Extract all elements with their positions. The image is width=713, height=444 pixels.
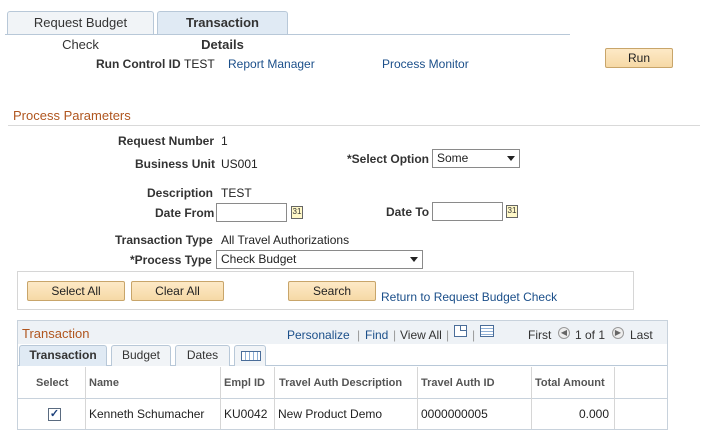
tab-request-budget-check[interactable]: Request Budget Check: [7, 11, 154, 52]
date-from-input[interactable]: [216, 203, 287, 222]
process-type-label: *Process Type: [130, 253, 212, 267]
subtab-label: Budget: [121, 348, 161, 362]
first-label: First: [528, 328, 552, 342]
grid-title: Transaction: [22, 326, 90, 341]
view-all-link[interactable]: View All: [400, 328, 442, 342]
subtab-budget[interactable]: Budget: [111, 345, 171, 366]
select-option-dropdown[interactable]: Some: [432, 149, 520, 168]
business-unit-label: Business Unit: [135, 157, 216, 171]
description-label: Description: [147, 186, 214, 200]
date-from-label: Date From: [155, 206, 215, 220]
date-to-label: Date To: [386, 205, 430, 219]
process-type-value: Check Budget: [221, 252, 297, 266]
run-control-label: Run Control ID: [96, 57, 181, 71]
subtab-label: Dates: [186, 348, 219, 362]
calendar-icon[interactable]: 31: [291, 206, 303, 219]
subtab-transaction[interactable]: Transaction: [19, 345, 107, 366]
request-number-label: Request Number: [118, 134, 215, 148]
personalize-link[interactable]: Personalize: [287, 328, 350, 342]
process-type-dropdown[interactable]: Check Budget: [216, 250, 423, 269]
toolbar-separator: |: [357, 328, 361, 342]
subtab-dates[interactable]: Dates: [175, 345, 230, 366]
transaction-type-value: All Travel Authorizations: [221, 233, 350, 247]
column-header-travel-auth-description: Travel Auth Description: [279, 377, 403, 389]
dropdown-arrow-icon: [410, 257, 418, 262]
search-button[interactable]: Search: [288, 281, 376, 301]
request-number-value: 1: [221, 134, 228, 148]
next-icon[interactable]: ▶: [612, 327, 624, 339]
select-option-label: *Select Option: [347, 152, 430, 166]
section-title-process-parameters: Process Parameters: [13, 108, 131, 123]
description-value: TEST: [221, 186, 252, 200]
process-monitor-link[interactable]: Process Monitor: [382, 57, 469, 71]
run-control-value: TEST: [184, 57, 215, 71]
cell-travel-auth-id: 0000000005: [421, 407, 488, 421]
section-divider: [8, 125, 700, 126]
cell-total-amount: 0.000: [579, 407, 610, 421]
return-to-request-budget-check-link[interactable]: Return to Request Budget Check: [381, 290, 557, 304]
table-row: ✓ Kenneth Schumacher KU0042 New Product …: [18, 400, 667, 429]
tab-transaction-details[interactable]: Transaction Details: [157, 11, 288, 52]
column-header-travel-auth-id: Travel Auth ID: [421, 377, 495, 389]
column-header-select: Select: [36, 377, 69, 389]
previous-icon[interactable]: ◀: [558, 327, 570, 339]
business-unit-value: US001: [221, 157, 258, 171]
row-range: 1 of 1: [575, 328, 606, 342]
dropdown-arrow-icon: [507, 156, 515, 161]
column-header-name: Name: [89, 377, 119, 389]
run-button[interactable]: Run: [605, 48, 673, 68]
cell-travel-auth-description: New Product Demo: [278, 407, 383, 421]
report-manager-link[interactable]: Report Manager: [228, 57, 315, 71]
cell-empl-id: KU0042: [224, 407, 268, 421]
calendar-icon[interactable]: 31: [506, 205, 518, 218]
new-window-icon[interactable]: [454, 325, 467, 337]
cell-name: Kenneth Schumacher: [89, 407, 205, 421]
show-all-columns-icon[interactable]: [234, 345, 266, 366]
select-all-button[interactable]: Select All: [27, 281, 125, 301]
subtab-label: Transaction: [29, 348, 97, 362]
find-link[interactable]: Find: [365, 328, 388, 342]
row-select-checkbox[interactable]: ✓: [48, 408, 61, 421]
toolbar-separator: |: [446, 328, 450, 342]
column-header-total-amount: Total Amount: [535, 377, 605, 389]
download-grid-icon[interactable]: [480, 325, 494, 337]
toolbar-separator: |: [472, 328, 476, 342]
transaction-type-label: Transaction Type: [115, 233, 213, 247]
column-header-empl-id: Empl ID: [224, 377, 265, 389]
tab-underline: [5, 34, 570, 35]
date-to-input[interactable]: [432, 202, 503, 221]
toolbar-separator: |: [393, 328, 397, 342]
select-option-value: Some: [437, 151, 469, 165]
clear-all-button[interactable]: Clear All: [131, 281, 224, 301]
last-label: Last: [630, 328, 653, 342]
